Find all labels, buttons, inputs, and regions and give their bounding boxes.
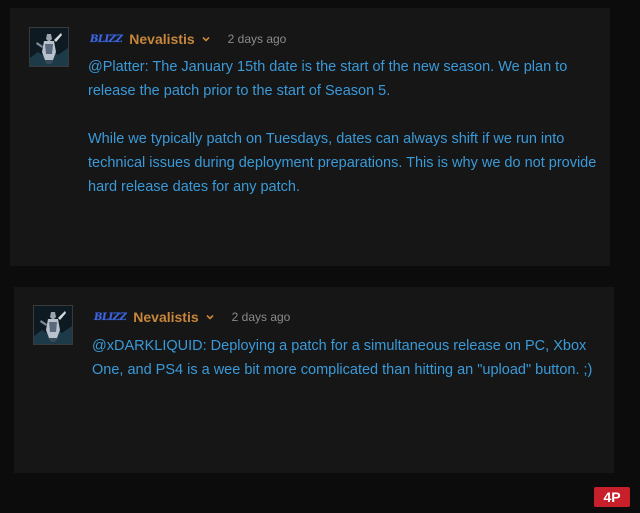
author-name[interactable]: Nevalistis — [129, 31, 194, 47]
author-name[interactable]: Nevalistis — [133, 309, 198, 325]
post-paragraph: @Platter: The January 15th date is the s… — [88, 59, 568, 99]
post-timestamp: 2 days ago — [227, 32, 287, 46]
forum-post: BLIZZ Nevalistis 2 days ago @xDARKLIQUID… — [14, 287, 614, 473]
post-header: BLIZZ Nevalistis 2 days ago — [94, 307, 290, 327]
post-paragraph: @xDARKLIQUID: Deploying a patch for a si… — [92, 338, 593, 378]
avatar[interactable] — [33, 305, 73, 345]
post-paragraph: While we typically patch on Tuesdays, da… — [88, 131, 597, 195]
watermark-text: 4P — [603, 489, 620, 505]
blizzard-badge: BLIZZ — [90, 33, 123, 45]
avatar[interactable] — [29, 27, 69, 67]
site-watermark-logo: 4P — [594, 487, 630, 507]
post-header: BLIZZ Nevalistis 2 days ago — [90, 29, 286, 49]
post-body: @Platter: The January 15th date is the s… — [88, 55, 598, 199]
chevron-down-icon[interactable] — [206, 313, 214, 321]
user-avatar-icon — [30, 28, 68, 66]
post-body: @xDARKLIQUID: Deploying a patch for a si… — [92, 334, 602, 382]
forum-thread: BLIZZ Nevalistis 2 days ago @Platter: Th… — [0, 0, 640, 513]
chevron-down-icon[interactable] — [202, 35, 210, 43]
user-avatar-icon — [34, 306, 72, 344]
post-timestamp: 2 days ago — [231, 310, 291, 324]
blizzard-badge: BLIZZ — [94, 311, 127, 323]
forum-post: BLIZZ Nevalistis 2 days ago @Platter: Th… — [10, 8, 610, 266]
